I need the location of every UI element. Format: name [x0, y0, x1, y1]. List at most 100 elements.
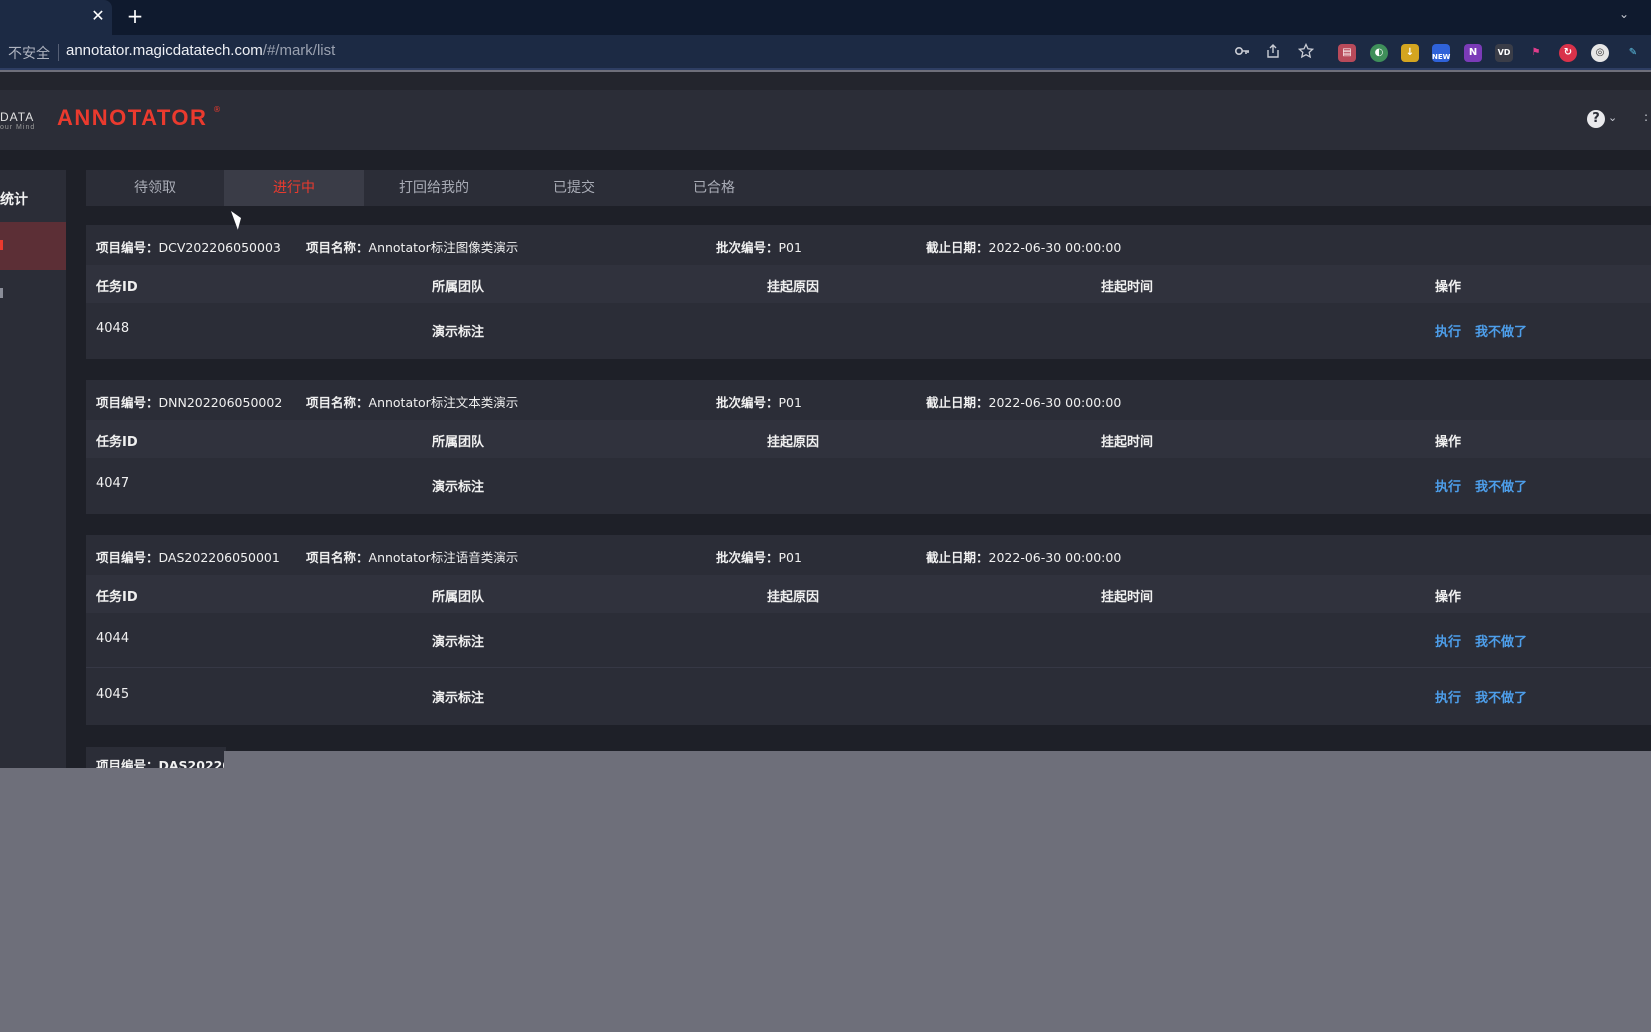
table-header: 任务ID 所属团队 挂起原因 挂起时间 操作	[86, 575, 1651, 613]
project-header: 项目编号：DCV202206050003 项目名称：Annotator标注图像类…	[86, 225, 1651, 265]
team-name: 演示标注	[432, 325, 485, 340]
new-tab-button[interactable]: +	[124, 5, 146, 27]
deadline: 截止日期：2022-06-30 00:00:00	[926, 550, 1122, 565]
col-task-id: 任务ID	[96, 590, 138, 605]
extension-flag-icon[interactable]: ⚑	[1527, 44, 1545, 62]
project-number: 项目编号：DAS202206050001	[96, 550, 280, 565]
tab-submitted[interactable]: 已提交	[504, 170, 644, 206]
table-row: 4045 演示标注 执行 我不做了	[86, 669, 1651, 723]
batch-number: 批次编号：P01	[716, 240, 802, 255]
bookmark-star-icon[interactable]	[1296, 42, 1316, 63]
tab-in-progress[interactable]: 进行中	[224, 170, 364, 206]
app-header: DATA our Mind ANNOTATOR ® ? ⌄ :	[0, 90, 1651, 150]
tab-qualified[interactable]: 已合格	[644, 170, 784, 206]
project-card: 项目编号：DAS202206050001 项目名称：Annotator标注语音类…	[86, 535, 1651, 725]
col-task-id: 任务ID	[96, 280, 138, 295]
col-time: 挂起时间	[1101, 435, 1154, 450]
sidebar-item-marker[interactable]	[0, 288, 3, 298]
table-header: 任务ID 所属团队 挂起原因 挂起时间 操作	[86, 420, 1651, 458]
extension-printer-icon[interactable]: ▤	[1338, 44, 1356, 62]
project-header: 项目编号：DAS202206050001 项目名称：Annotator标注语音类…	[86, 535, 1651, 575]
extension-refresh-icon[interactable]: ↻	[1559, 44, 1577, 62]
give-up-link[interactable]: 我不做了	[1475, 321, 1527, 340]
extension-pin-icon[interactable]: ✎	[1624, 44, 1642, 62]
close-tab-icon[interactable]: ✕	[89, 7, 107, 25]
address-bar[interactable]: 不安全 annotator.magicdatatech.com/#/mark/l…	[0, 35, 1651, 70]
page-top-strip	[0, 72, 1651, 90]
project-card-partial: 项目编号：DAS20220	[86, 747, 226, 768]
execute-link[interactable]: 执行	[1435, 687, 1461, 706]
batch-number: 批次编号：P01	[716, 550, 802, 565]
extension-download-icon[interactable]: ↓	[1401, 44, 1419, 62]
project-header: 项目编号：DNN202206050002 项目名称：Annotator标注文本类…	[86, 380, 1651, 420]
address-separator	[58, 44, 59, 61]
project-name: 项目名称：Annotator标注语音类演示	[306, 550, 519, 565]
deadline: 截止日期：2022-06-30 00:00:00	[926, 395, 1122, 410]
col-time: 挂起时间	[1101, 590, 1154, 605]
tab-list-chevron-icon[interactable]: ⌄	[1614, 4, 1634, 24]
sidebar: 统计	[0, 170, 66, 768]
project-card: 项目编号：DNN202206050002 项目名称：Annotator标注文本类…	[86, 380, 1651, 514]
task-id: 4047	[96, 476, 130, 491]
task-id: 4048	[96, 321, 130, 336]
col-team: 所属团队	[432, 435, 485, 450]
tab-pending[interactable]: 待领取	[86, 170, 224, 206]
col-task-id: 任务ID	[96, 435, 138, 450]
browser-tab-bar: ✕ + ⌄	[0, 0, 1651, 35]
project-number: 项目编号：DCV202206050003	[96, 240, 281, 255]
insecure-label[interactable]: 不安全	[8, 43, 50, 63]
url-text[interactable]: annotator.magicdatatech.com/#/mark/list	[66, 42, 335, 59]
logo-data-text: DATA	[0, 110, 35, 124]
logo-tagline: our Mind	[0, 124, 36, 131]
tab-returned[interactable]: 打回给我的	[364, 170, 504, 206]
header-edge-icon: :	[1644, 110, 1649, 124]
help-icon[interactable]: ?	[1587, 110, 1605, 128]
table-row: 4047 演示标注 执行 我不做了	[86, 458, 1651, 512]
execute-link[interactable]: 执行	[1435, 631, 1461, 650]
project-number-partial: 项目编号：DAS20220	[96, 758, 226, 768]
url-path: /#/mark/list	[262, 42, 336, 59]
help-chevron-down-icon[interactable]: ⌄	[1608, 111, 1617, 124]
table-row: 4044 演示标注 执行 我不做了	[86, 613, 1651, 667]
extension-globe-icon[interactable]: ◐	[1370, 44, 1388, 62]
team-name: 演示标注	[432, 480, 485, 495]
sidebar-item-active[interactable]	[0, 222, 66, 270]
col-time: 挂起时间	[1101, 280, 1154, 295]
col-reason: 挂起原因	[767, 280, 820, 295]
execute-link[interactable]: 执行	[1435, 476, 1461, 495]
share-icon[interactable]	[1263, 43, 1283, 63]
col-reason: 挂起原因	[767, 590, 820, 605]
extension-new-icon[interactable]: NEW	[1432, 44, 1450, 62]
execute-link[interactable]: 执行	[1435, 321, 1461, 340]
table-header: 任务ID 所属团队 挂起原因 挂起时间 操作	[86, 265, 1651, 303]
task-id: 4044	[96, 631, 130, 646]
give-up-link[interactable]: 我不做了	[1475, 476, 1527, 495]
col-ops: 操作	[1435, 590, 1462, 605]
project-name: 项目名称：Annotator标注图像类演示	[306, 240, 519, 255]
col-ops: 操作	[1435, 280, 1462, 295]
give-up-link[interactable]: 我不做了	[1475, 631, 1527, 650]
key-icon[interactable]	[1232, 43, 1252, 63]
row-divider	[86, 667, 1651, 668]
loading-overlay	[224, 751, 1651, 768]
logo-registered-mark: ®	[213, 105, 221, 114]
give-up-link[interactable]: 我不做了	[1475, 687, 1527, 706]
project-number: 项目编号：DNN202206050002	[96, 395, 283, 410]
task-id: 4045	[96, 687, 130, 702]
team-name: 演示标注	[432, 691, 485, 706]
col-ops: 操作	[1435, 435, 1462, 450]
sidebar-item-stat[interactable]: 统计	[0, 189, 28, 209]
url-host: annotator.magicdatatech.com	[66, 42, 263, 59]
deadline: 截止日期：2022-06-30 00:00:00	[926, 240, 1122, 255]
extension-circle-icon[interactable]: ◎	[1591, 44, 1609, 62]
status-tabs: 待领取 进行中 打回给我的 已提交 已合格	[86, 170, 1651, 206]
extension-vd-icon[interactable]: VD	[1495, 44, 1513, 62]
batch-number: 批次编号：P01	[716, 395, 802, 410]
main-panel: 待领取 进行中 打回给我的 已提交 已合格 项目编号：DCV2022060500…	[86, 170, 1651, 768]
col-team: 所属团队	[432, 280, 485, 295]
col-team: 所属团队	[432, 590, 485, 605]
extension-onenote-icon[interactable]: N	[1464, 44, 1482, 62]
project-name: 项目名称：Annotator标注文本类演示	[306, 395, 519, 410]
col-reason: 挂起原因	[767, 435, 820, 450]
app-logo[interactable]: ANNOTATOR	[57, 105, 207, 131]
